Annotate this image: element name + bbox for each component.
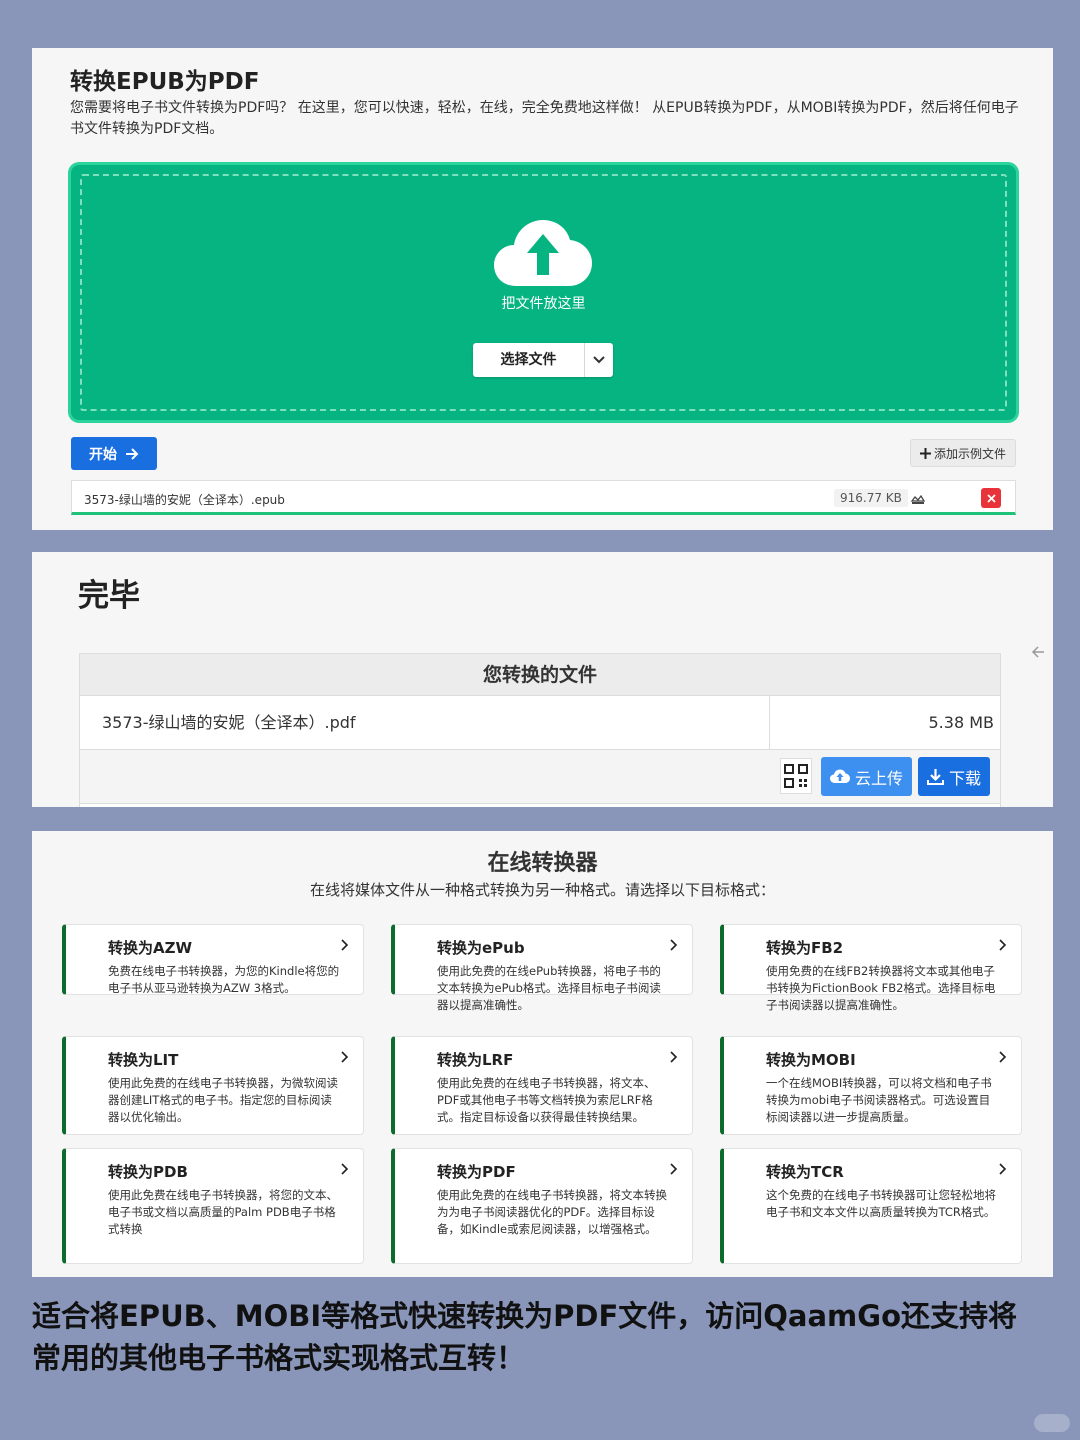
cloud-upload-button[interactable]: 云上传 xyxy=(821,757,912,796)
source-dropdown[interactable] xyxy=(585,343,613,377)
converters-panel: 在线转换器 在线将媒体文件从一种格式转换为另一种格式。请选择以下目标格式： 转换… xyxy=(32,831,1053,1277)
card-description: 使用此免费的在线电子书转换器，为微软阅读器创建LIT格式的电子书。指定您的目标阅… xyxy=(108,1076,338,1124)
add-sample-file-button[interactable]: 添加示例文件 xyxy=(910,439,1016,467)
card-description: 使用免费的在线FB2转换器将文本或其他电子书转换为FictionBook FB2… xyxy=(766,964,996,1012)
card-description: 一个在线MOBI转换器，可以将文档和电子书转换为mobi电子书阅读器格式。可选设… xyxy=(766,1076,992,1124)
arrow-left-icon[interactable] xyxy=(1030,644,1046,660)
chevron-right-icon xyxy=(670,939,678,951)
card-title: 转换为AZW xyxy=(108,939,193,957)
chevron-right-icon xyxy=(670,1163,678,1175)
card-title: 转换为PDB xyxy=(108,1163,188,1181)
chevron-down-icon xyxy=(593,356,605,364)
chevron-right-icon xyxy=(999,1163,1007,1175)
card-description: 使用此免费的在线ePub转换器，将电子书的文本转换为ePub格式。选择目标电子书… xyxy=(437,964,661,1012)
card-description: 使用此免费的在线电子书转换器，将文本转换为为电子书阅读器优化的PDF。选择目标设… xyxy=(437,1188,667,1236)
choose-file-label: 选择文件 xyxy=(473,343,585,377)
watermark-badge xyxy=(1034,1414,1070,1432)
cloud-upload-icon xyxy=(829,769,850,783)
card-title: 转换为ePub xyxy=(437,939,525,957)
start-label: 开始 xyxy=(89,446,117,463)
result-panel: 完毕 您转换的文件 3573-绿山墙的安妮（全译本）.pdf 5.38 MB 云… xyxy=(32,552,1053,807)
converter-card-tcr[interactable]: 转换为TCR 这个免费的在线电子书转换器可让您轻松地将电子书和文本文件以高质量转… xyxy=(720,1148,1022,1264)
uploaded-file-name: 3573-绿山墙的安妮（全译本）.epub xyxy=(84,493,285,507)
page-title: 转换EPUB为PDF xyxy=(70,69,260,95)
chevron-right-icon xyxy=(670,1051,678,1063)
card-description: 使用此免费在线电子书转换器，将您的文本、电子书或文档以高质量的Palm PDB电… xyxy=(108,1188,338,1236)
card-title: 转换为LIT xyxy=(108,1051,179,1069)
converter-card-pdb[interactable]: 转换为PDB 使用此免费在线电子书转换器，将您的文本、电子书或文档以高质量的Pa… xyxy=(62,1148,364,1264)
card-title: 转换为MOBI xyxy=(766,1051,856,1069)
choose-file-button[interactable]: 选择文件 xyxy=(473,343,613,377)
qr-code-button[interactable] xyxy=(780,758,812,794)
chevron-right-icon xyxy=(341,1163,349,1175)
card-title: 转换为LRF xyxy=(437,1051,514,1069)
done-title: 完毕 xyxy=(78,578,140,614)
converter-card-lrf[interactable]: 转换为LRF 使用此免费的在线电子书转换器，将文本、PDF或其他电子书等文档转换… xyxy=(391,1036,693,1135)
caption-text: 适合将EPUB、MOBI等格式快速转换为PDF文件，访问QaamGo还支持将常用… xyxy=(32,1299,1017,1375)
download-label: 下载 xyxy=(948,768,981,788)
card-title: 转换为TCR xyxy=(766,1163,844,1181)
card-description: 免费在线电子书转换器，为您的Kindle将您的电子书从亚马逊转换为AZW 3格式… xyxy=(108,964,340,995)
chevron-right-icon xyxy=(341,939,349,951)
converter-card-azw[interactable]: 转换为AZW 免费在线电子书转换器，为您的Kindle将您的电子书从亚马逊转换为… xyxy=(62,924,364,995)
cloud-upload-label: 云上传 xyxy=(854,768,903,788)
start-button[interactable]: 开始 xyxy=(71,437,157,470)
plus-icon xyxy=(919,447,931,459)
converters-title: 在线转换器 xyxy=(487,851,598,876)
file-dropzone[interactable]: 把文件放这里 选择文件 xyxy=(71,165,1016,420)
download-button[interactable]: 下载 xyxy=(918,757,990,796)
converter-card-lit[interactable]: 转换为LIT 使用此免费的在线电子书转换器，为微软阅读器创建LIT格式的电子书。… xyxy=(62,1036,364,1135)
uploaded-file-size: 916.77 KB xyxy=(834,489,908,507)
table-row: 3573-绿山墙的安妮（全译本）.pdf 5.38 MB xyxy=(80,696,1000,750)
close-icon xyxy=(986,493,996,503)
settings-icon[interactable] xyxy=(910,490,926,506)
card-title: 转换为FB2 xyxy=(766,939,844,957)
converter-card-pdf[interactable]: 转换为PDF 使用此免费的在线电子书转换器，将文本转换为为电子书阅读器优化的PD… xyxy=(391,1148,693,1264)
converted-files-table: 您转换的文件 3573-绿山墙的安妮（全译本）.pdf 5.38 MB 云上传 xyxy=(79,653,1001,807)
converted-files-header: 您转换的文件 xyxy=(80,654,1000,696)
remove-file-button[interactable] xyxy=(981,488,1001,508)
chevron-right-icon xyxy=(999,939,1007,951)
drop-hint: 把文件放这里 xyxy=(501,296,586,312)
page-description: 您需要将电子书文件转换为PDF吗？ 在这里，您可以快速，轻松，在线，完全免费地这… xyxy=(70,100,1019,137)
card-title: 转换为PDF xyxy=(437,1163,516,1181)
card-description: 使用此免费的在线电子书转换器，将文本、PDF或其他电子书等文档转换为索尼LRF格… xyxy=(437,1076,656,1124)
chevron-right-icon xyxy=(341,1051,349,1063)
converter-card-mobi[interactable]: 转换为MOBI 一个在线MOBI转换器，可以将文档和电子书转换为mobi电子书阅… xyxy=(720,1036,1022,1135)
download-icon xyxy=(926,769,944,785)
uploaded-file-row: 3573-绿山墙的安妮（全译本）.epub 916.77 KB xyxy=(71,480,1016,515)
file-actions: 云上传 下载 xyxy=(80,750,1000,804)
arrow-right-icon xyxy=(126,447,139,460)
cloud-upload-icon xyxy=(494,220,592,286)
chevron-right-icon xyxy=(999,1051,1007,1063)
converter-card-epub[interactable]: 转换为ePub 使用此免费的在线ePub转换器，将电子书的文本转换为ePub格式… xyxy=(391,924,693,1012)
converters-subtitle: 在线将媒体文件从一种格式转换为另一种格式。请选择以下目标格式： xyxy=(309,881,775,899)
card-description: 这个免费的在线电子书转换器可让您轻松地将电子书和文本文件以高质量转换为TCR格式… xyxy=(766,1188,996,1219)
upload-panel: 转换EPUB为PDF 您需要将电子书文件转换为PDF吗？ 在这里，您可以快速，轻… xyxy=(32,48,1053,530)
qr-code-icon xyxy=(784,764,808,788)
add-sample-label: 添加示例文件 xyxy=(933,446,1006,461)
converted-file-name: 3573-绿山墙的安妮（全译本）.pdf xyxy=(80,696,770,749)
converted-file-size: 5.38 MB xyxy=(928,713,995,732)
converter-card-fb2[interactable]: 转换为FB2 使用免费的在线FB2转换器将文本或其他电子书转换为FictionB… xyxy=(720,924,1022,1012)
